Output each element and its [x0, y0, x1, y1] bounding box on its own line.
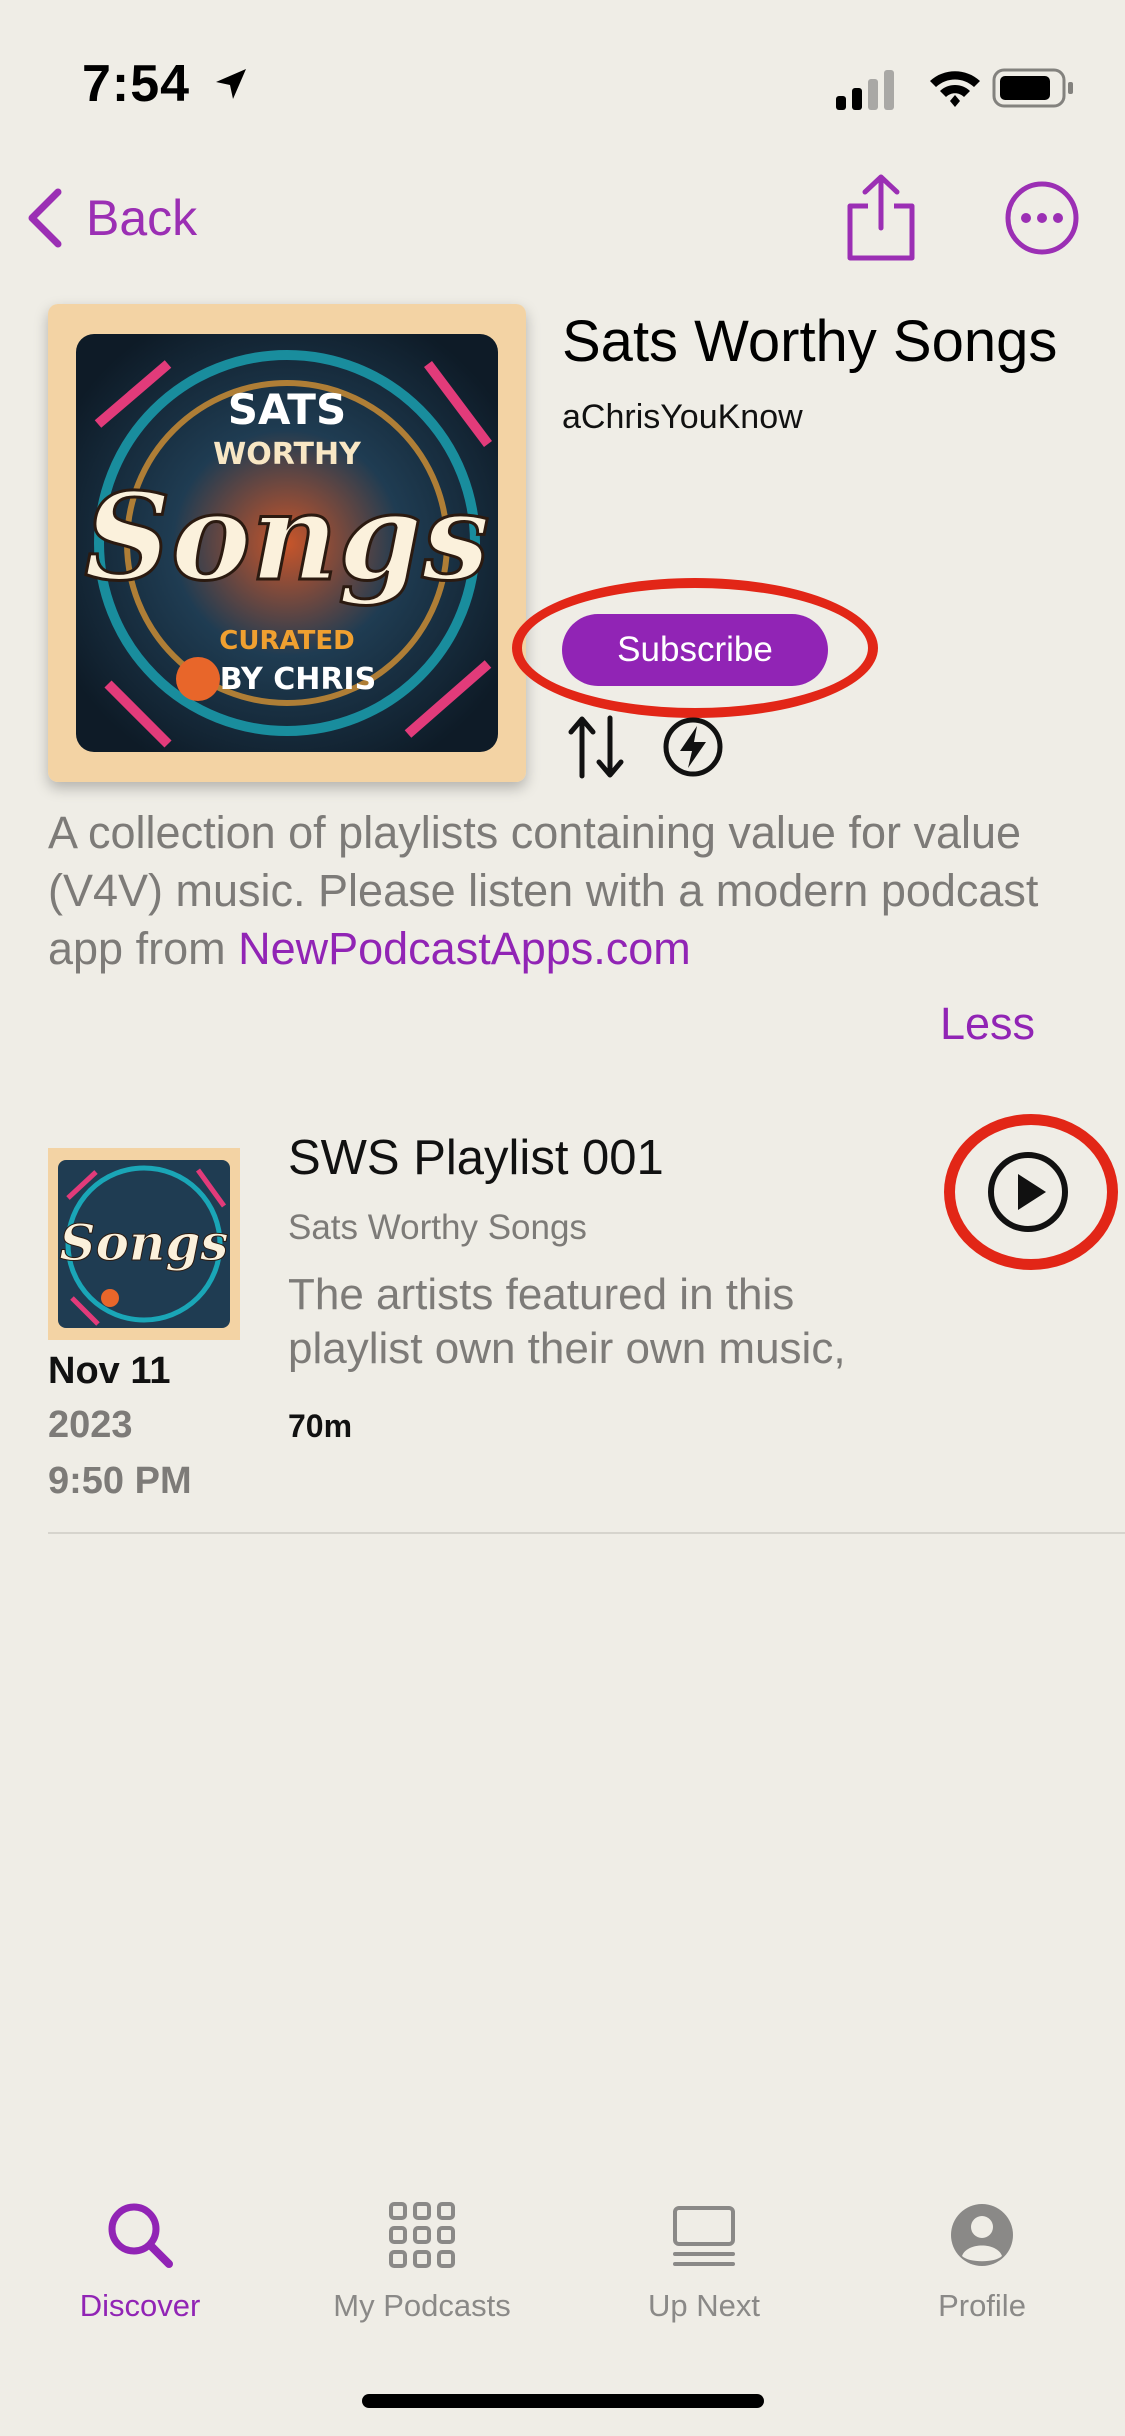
magnifier-icon	[108, 2203, 173, 2268]
episode-artwork[interactable]: Songs	[48, 1148, 240, 1340]
podcast-title: Sats Worthy Songs	[562, 309, 1058, 374]
episode-duration: 70m	[288, 1408, 353, 1444]
person-icon	[951, 2204, 1013, 2266]
description-link[interactable]: NewPodcastApps.com	[238, 923, 691, 974]
cover-text-curated: CURATED	[219, 626, 354, 656]
tab-profile[interactable]: Profile	[862, 2200, 1102, 2324]
back-button[interactable]: Back	[24, 178, 197, 258]
home-indicator	[362, 2394, 764, 2408]
lightning-boost-icon[interactable]	[662, 716, 724, 778]
grid-icon	[389, 2202, 455, 2268]
episode-date: Nov 11	[48, 1350, 171, 1392]
podcast-description: A collection of playlists containing val…	[48, 804, 1088, 978]
episode-year: 2023	[48, 1404, 133, 1446]
subscribe-button[interactable]: Subscribe	[562, 614, 828, 686]
tab-up-next[interactable]: Up Next	[584, 2200, 824, 2324]
podcast-cover-art: SATS WORTHY Songs CURATED BY CHRIS	[48, 304, 526, 782]
tab-up-next-label: Up Next	[648, 2288, 760, 2323]
episode-title[interactable]: SWS Playlist 001	[288, 1130, 664, 1186]
tab-my-podcasts[interactable]: My Podcasts	[302, 2200, 542, 2324]
cover-text-by-chris: BY CHRIS	[220, 662, 376, 697]
more-options-icon[interactable]	[1002, 178, 1082, 258]
tab-my-podcasts-label: My Podcasts	[333, 2288, 511, 2323]
queue-icon	[673, 2206, 735, 2266]
cellular-signal-icon	[836, 70, 894, 110]
battery-icon	[992, 68, 1073, 108]
location-arrow-icon	[215, 69, 246, 99]
back-label: Back	[86, 190, 198, 246]
sort-order-icon[interactable]	[566, 712, 626, 782]
episode-art-text: Songs	[60, 1213, 229, 1272]
episode-show-name: Sats Worthy Songs	[288, 1208, 587, 1247]
cover-text-sats: SATS	[228, 385, 346, 434]
tab-discover[interactable]: Discover	[20, 2200, 260, 2324]
play-icon[interactable]	[986, 1150, 1070, 1234]
podcast-author: aChrisYouKnow	[562, 398, 803, 436]
tab-profile-label: Profile	[938, 2288, 1026, 2323]
status-time: 7:54	[82, 54, 250, 114]
cover-text-songs: Songs	[84, 467, 489, 608]
episode-summary: The artists featured in this playlist ow…	[288, 1270, 846, 1373]
wifi-icon	[930, 71, 980, 107]
share-icon[interactable]	[838, 172, 924, 262]
episode-divider	[48, 1532, 1125, 1534]
less-button[interactable]: Less	[940, 998, 1035, 1050]
episode-time: 9:50 PM	[48, 1460, 192, 1502]
chevron-left-icon	[28, 188, 62, 248]
status-icons	[836, 64, 1076, 112]
tab-discover-label: Discover	[79, 2288, 201, 2323]
